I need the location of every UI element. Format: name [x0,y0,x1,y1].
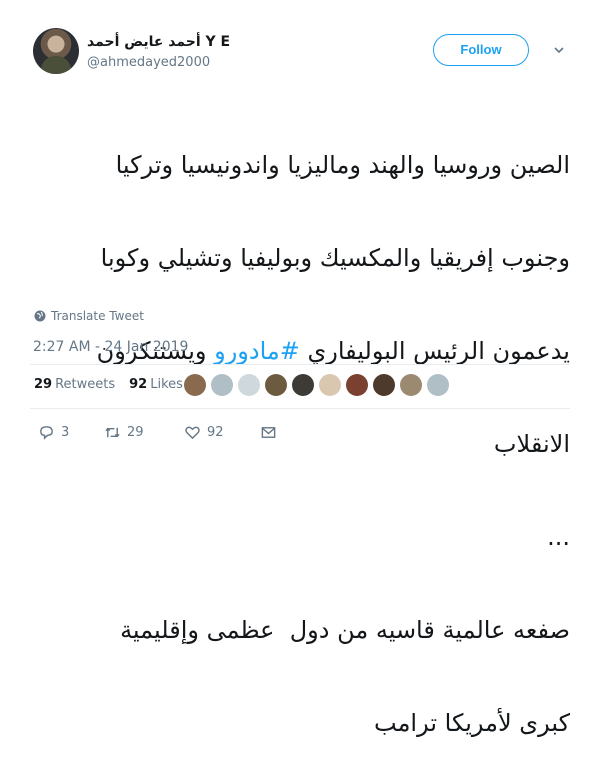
likes-count: 92 [129,377,148,392]
tweet-line: ... [547,523,570,551]
liker-avatar[interactable] [238,374,260,396]
user-handle[interactable]: @ahmedayed2000 [87,55,210,70]
tweet-stats: 29 Retweets 92 Likes [34,377,183,392]
tweet-timestamp[interactable]: 2:27 AM - 24 Jan 2019 [33,339,188,355]
liker-avatar[interactable] [211,374,233,396]
divider [30,408,570,409]
liker-avatars [184,374,449,396]
retweet-count: 29 [127,425,144,440]
reply-button[interactable]: 3 [38,424,104,441]
user-name-row[interactable]: أحمد عايض أحمد Y E [87,34,230,50]
hashtag-link[interactable]: #مادورو [214,337,300,365]
reply-icon [40,426,53,440]
liker-avatar[interactable] [427,374,449,396]
liker-avatar[interactable] [292,374,314,396]
display-name[interactable]: أحمد عايض أحمد Y E [87,34,230,50]
likes-stat[interactable]: 92 Likes [129,377,183,392]
retweets-stat[interactable]: 29 Retweets [34,377,115,392]
envelope-icon [261,427,276,438]
tweet-line: وجنوب إفريقيا والمكسيك وبوليفيا وتشيلي و… [100,244,570,272]
like-button[interactable]: 92 [184,424,260,441]
like-count: 92 [207,425,224,440]
translate-tweet-link[interactable]: Translate Tweet [34,309,144,323]
retweet-icon [105,427,120,438]
heart-icon [185,426,200,440]
tweet-line-part: يدعمون الرئيس البوليفاري [299,337,570,365]
liker-avatar[interactable] [400,374,422,396]
chevron-down-icon[interactable] [553,44,565,56]
retweets-label: Retweets [55,377,116,392]
liker-avatar[interactable] [346,374,368,396]
liker-avatar[interactable] [319,374,341,396]
retweet-button[interactable]: 29 [104,424,184,441]
tweet-actions: 3 29 92 [38,424,277,441]
tweet-line: الصين وروسيا والهند وماليزيا واندونيسيا … [115,151,570,179]
reply-count: 3 [61,425,70,440]
tweet-line: صفعه عالمية قاسيه من دول عظمى وإقليمية [120,616,570,644]
globe-icon [34,310,46,322]
likes-label: Likes [150,377,183,392]
liker-avatar[interactable] [184,374,206,396]
retweets-count: 29 [34,377,53,392]
liker-avatar[interactable] [373,374,395,396]
avatar[interactable] [33,28,79,74]
liker-avatar[interactable] [265,374,287,396]
translate-label[interactable]: Translate Tweet [51,309,144,323]
direct-message-button[interactable] [260,424,277,441]
follow-button[interactable]: Follow [433,34,529,66]
divider [30,364,570,365]
tweet-line: كبرى لأمريكا ترامب [374,709,570,737]
